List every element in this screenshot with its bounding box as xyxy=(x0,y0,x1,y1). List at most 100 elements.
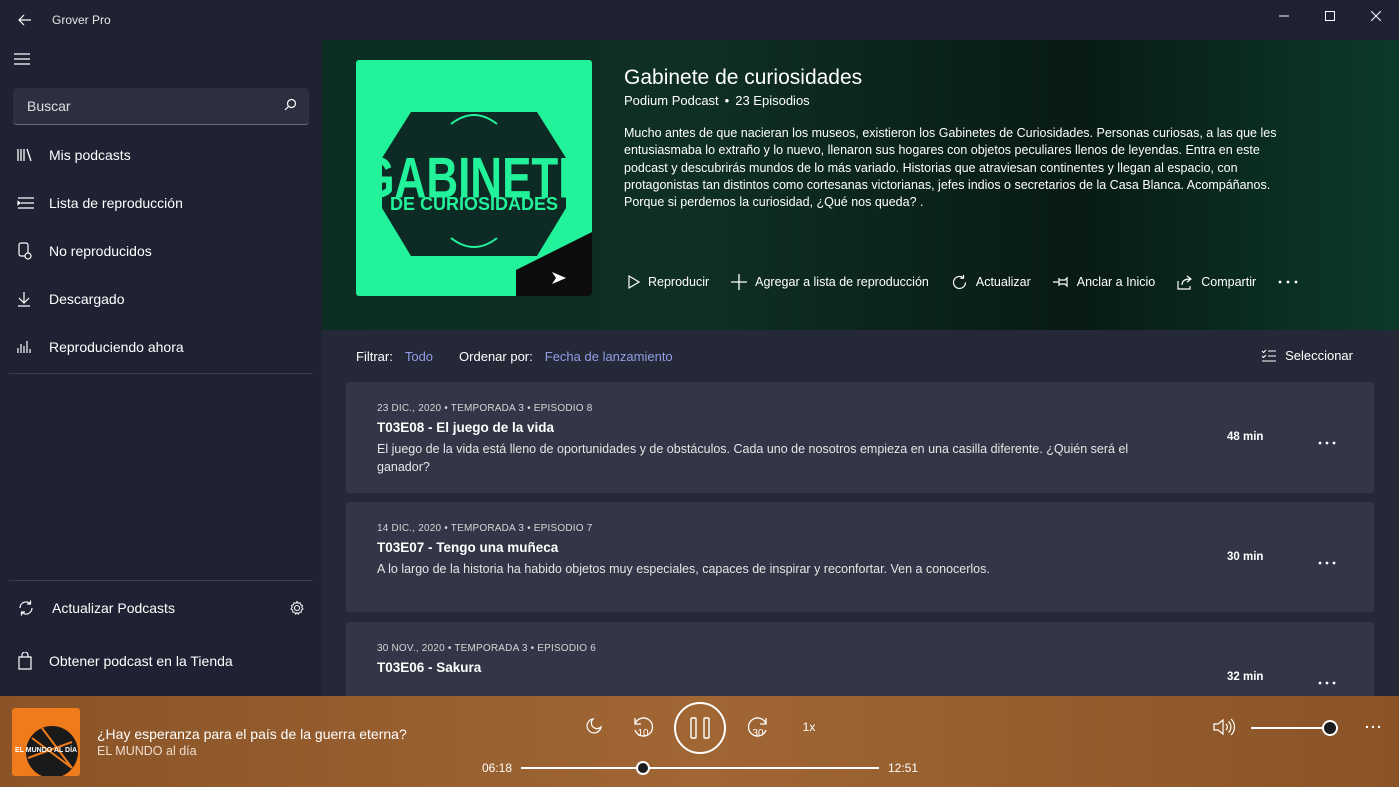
volume-button[interactable] xyxy=(1212,716,1236,738)
pin-label: Anclar a Inicio xyxy=(1076,275,1156,289)
podcast-header: GABINETE DE CURIOSIDADES Gabinete de cur… xyxy=(322,40,1399,330)
sidebar-item-no-reproducidos[interactable]: No reproducidos xyxy=(0,229,322,273)
close-button[interactable] xyxy=(1353,0,1399,32)
sidebar-item-label: Descargado xyxy=(49,291,125,307)
episode-description: El juego de la vida está lleno de oportu… xyxy=(377,442,1129,474)
sidebar-item-lista-reproduccion[interactable]: Lista de reproducción xyxy=(0,181,322,225)
volume-handle[interactable] xyxy=(1322,720,1339,736)
app-title: Grover Pro xyxy=(52,13,111,27)
playback-speed-button[interactable]: 1x xyxy=(796,718,822,736)
unplayed-icon xyxy=(0,242,49,260)
sidebar-item-descargado[interactable]: Descargado xyxy=(0,277,322,321)
pin-to-start-button[interactable]: Anclar a Inicio xyxy=(1052,275,1156,289)
seek-track[interactable] xyxy=(521,767,879,769)
episode-row[interactable]: 30 NOV., 2020 • TEMPORADA 3 • EPISODIO 6… xyxy=(346,622,1374,696)
share-button[interactable]: Compartir xyxy=(1177,275,1256,290)
hamburger-icon xyxy=(14,53,30,65)
rewind-button[interactable]: 10 xyxy=(630,714,656,740)
plus-icon xyxy=(731,274,748,290)
cover-subtitle: DE CURIOSIDADES xyxy=(390,194,558,214)
episode-more-button[interactable] xyxy=(1318,432,1338,445)
refresh-podcasts-button[interactable]: Actualizar Podcasts xyxy=(0,586,322,630)
back-button[interactable] xyxy=(0,0,50,40)
refresh-button[interactable]: Actualizar xyxy=(951,274,1031,291)
refresh-podcasts-label: Actualizar Podcasts xyxy=(52,600,175,616)
episode-title: T03E07 - Tengo una muñeca xyxy=(377,540,559,555)
title-bar: Grover Pro xyxy=(0,0,1399,40)
episode-more-button[interactable] xyxy=(1318,552,1338,565)
filter-dropdown[interactable]: Todo xyxy=(405,349,433,364)
more-icon xyxy=(1365,725,1381,729)
now-playing-show[interactable]: EL MUNDO al día xyxy=(97,744,197,758)
close-icon xyxy=(1371,11,1381,21)
search-box xyxy=(13,88,309,125)
rewind-seconds: 10 xyxy=(637,728,649,739)
minimize-button[interactable] xyxy=(1261,0,1307,32)
rewind-icon: 10 xyxy=(634,717,654,739)
multi-select-icon xyxy=(1261,349,1277,362)
play-label: Reproducir xyxy=(648,275,710,289)
equalizer-icon xyxy=(0,340,49,354)
filter-label: Filtrar: xyxy=(356,348,393,364)
more-icon xyxy=(1318,561,1336,565)
total-time: 12:51 xyxy=(888,761,919,775)
thumb-text: EL MUNDO AL DÍA xyxy=(15,745,77,754)
episode-description: A lo largo de la historia ha habido obje… xyxy=(377,562,990,576)
episode-row[interactable]: 23 DIC., 2020 • TEMPORADA 3 • EPISODIO 8… xyxy=(346,382,1374,493)
sort-label: Ordenar por: xyxy=(459,348,533,364)
settings-button[interactable] xyxy=(289,600,305,621)
speaker-icon xyxy=(1213,718,1235,736)
select-button[interactable]: Seleccionar xyxy=(1261,348,1353,363)
divider xyxy=(9,580,313,581)
episode-meta: 30 NOV., 2020 • TEMPORADA 3 • EPISODIO 6 xyxy=(377,643,596,654)
episode-row[interactable]: 14 DIC., 2020 • TEMPORADA 3 • EPISODIO 7… xyxy=(346,502,1374,612)
now-playing-thumbnail[interactable]: EL MUNDO AL DÍA xyxy=(12,708,80,776)
share-icon xyxy=(1177,275,1193,290)
moon-icon xyxy=(586,718,602,734)
more-icon xyxy=(1318,681,1336,685)
seek-handle[interactable] xyxy=(635,761,650,775)
sidebar: Mis podcasts Lista de reproducción No re… xyxy=(0,40,322,696)
more-icon xyxy=(1278,280,1298,284)
episode-meta: 23 DIC., 2020 • TEMPORADA 3 • EPISODIO 8 xyxy=(377,403,593,414)
library-icon xyxy=(0,148,49,162)
add-to-playlist-button[interactable]: Agregar a lista de reproducción xyxy=(731,274,929,290)
podcast-publisher[interactable]: Podium Podcast xyxy=(624,93,719,108)
maximize-icon xyxy=(1325,11,1335,21)
pause-icon xyxy=(690,717,710,739)
refresh-icon xyxy=(952,274,966,289)
episode-duration: 32 min xyxy=(1227,671,1264,683)
more-options-button[interactable] xyxy=(1278,280,1306,284)
episode-more-button[interactable] xyxy=(1318,672,1338,685)
maximize-button[interactable] xyxy=(1307,0,1353,32)
podcast-actions: Reproducir Agregar a lista de reproducci… xyxy=(628,272,1328,292)
forward-button[interactable]: 30 xyxy=(745,714,771,740)
sort-dropdown[interactable]: Fecha de lanzamiento xyxy=(545,349,673,364)
forward-icon: 30 xyxy=(747,717,767,739)
menu-button[interactable] xyxy=(14,52,38,72)
play-button[interactable]: Reproducir xyxy=(628,275,709,289)
search-icon[interactable] xyxy=(284,98,297,111)
search-input[interactable] xyxy=(27,98,277,114)
sidebar-item-mis-podcasts[interactable]: Mis podcasts xyxy=(0,133,322,177)
minimize-icon xyxy=(1279,15,1289,17)
sidebar-item-label: No reproducidos xyxy=(49,243,152,259)
playlist-icon xyxy=(0,196,49,210)
podcast-cover: GABINETE DE CURIOSIDADES xyxy=(356,60,592,296)
download-icon xyxy=(0,291,49,307)
now-playing-bar: EL MUNDO AL DÍA ¿Hay esperanza para el p… xyxy=(0,696,1399,787)
podcast-meta: Podium Podcast • 23 Episodios xyxy=(624,93,810,108)
meta-separator: • xyxy=(724,93,730,108)
now-playing-title: ¿Hay esperanza para el país de la guerra… xyxy=(97,726,407,742)
episode-duration: 30 min xyxy=(1227,551,1264,563)
pause-button[interactable] xyxy=(674,702,726,754)
get-podcast-store-button[interactable]: Obtener podcast en la Tienda xyxy=(0,639,322,683)
podcast-title: Gabinete de curiosidades xyxy=(624,66,863,89)
sidebar-item-reproduciendo-ahora[interactable]: Reproduciendo ahora xyxy=(0,325,322,369)
share-label: Compartir xyxy=(1201,275,1257,289)
sleep-timer-button[interactable] xyxy=(582,716,604,738)
window-controls xyxy=(1261,0,1399,32)
refresh-label: Actualizar xyxy=(975,275,1031,289)
player-more-button[interactable] xyxy=(1363,720,1383,734)
pin-icon xyxy=(1052,276,1068,288)
